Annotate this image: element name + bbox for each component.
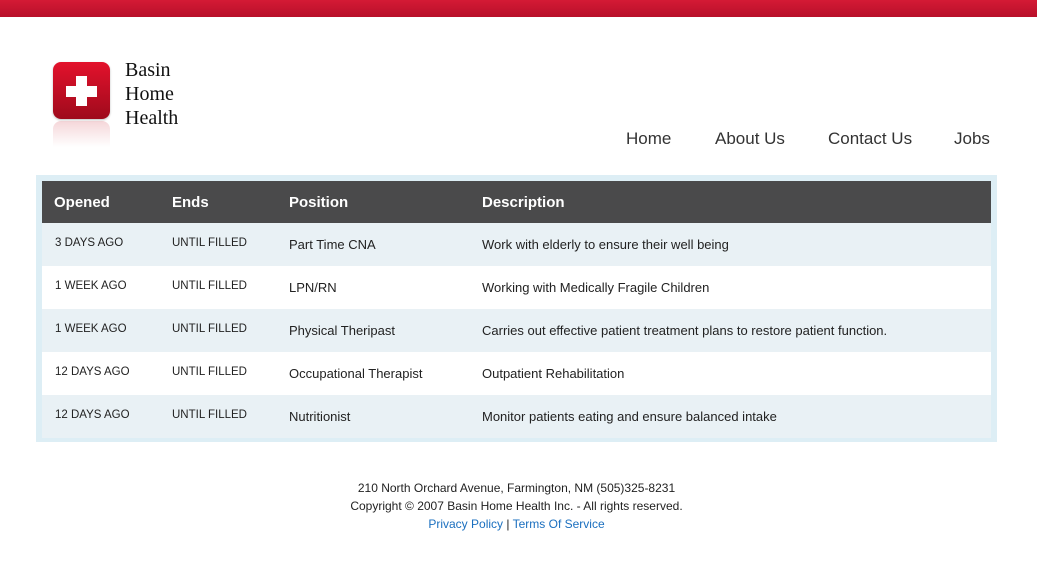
footer-link-separator: | bbox=[506, 517, 510, 531]
jobs-table: Opened Ends Position Description 3 DAYS … bbox=[36, 175, 997, 442]
nav-home[interactable]: Home bbox=[626, 129, 671, 149]
brand-line-3: Health bbox=[125, 107, 179, 129]
cell-position: Part Time CNA bbox=[289, 237, 376, 252]
nav-jobs[interactable]: Jobs bbox=[954, 129, 990, 149]
top-accent-bar bbox=[0, 0, 1037, 17]
terms-of-service-link[interactable]: Terms Of Service bbox=[513, 517, 605, 531]
privacy-policy-link[interactable]: Privacy Policy bbox=[428, 517, 503, 531]
cell-description: Working with Medically Fragile Children bbox=[482, 280, 710, 295]
cell-ends: UNTIL FILLED bbox=[172, 237, 247, 249]
cell-ends: UNTIL FILLED bbox=[172, 409, 247, 421]
cell-opened: 1 WEEK AGO bbox=[55, 323, 127, 335]
cell-description: Work with elderly to ensure their well b… bbox=[482, 237, 729, 252]
nav-about-us[interactable]: About Us bbox=[715, 129, 785, 149]
header-position: Position bbox=[289, 194, 349, 211]
header-opened: Opened bbox=[54, 194, 110, 211]
header-description: Description bbox=[482, 194, 565, 211]
table-row: 1 WEEK AGO UNTIL FILLED Physical Theripa… bbox=[42, 309, 991, 352]
cell-position: Physical Theripast bbox=[289, 323, 395, 338]
table-header: Opened Ends Position Description bbox=[42, 181, 991, 223]
brand-line-2: Home bbox=[125, 83, 174, 105]
page-footer: 210 North Orchard Avenue, Farmington, NM… bbox=[0, 479, 1033, 533]
main-nav: Home About Us Contact Us Jobs bbox=[0, 129, 1037, 151]
nav-contact-us[interactable]: Contact Us bbox=[828, 129, 912, 149]
footer-copyright: Copyright © 2007 Basin Home Health Inc. … bbox=[350, 499, 683, 513]
cell-position: LPN/RN bbox=[289, 280, 337, 295]
cell-opened: 12 DAYS AGO bbox=[55, 366, 130, 378]
table-row: 12 DAYS AGO UNTIL FILLED Occupational Th… bbox=[42, 352, 991, 395]
footer-links: Privacy Policy | Terms Of Service bbox=[0, 515, 1033, 533]
cell-opened: 3 DAYS AGO bbox=[55, 237, 124, 249]
header-ends: Ends bbox=[172, 194, 209, 211]
cell-ends: UNTIL FILLED bbox=[172, 323, 247, 335]
cell-description: Carries out effective patient treatment … bbox=[482, 323, 888, 338]
red-cross-icon[interactable] bbox=[53, 62, 110, 119]
cell-ends: UNTIL FILLED bbox=[172, 366, 247, 378]
brand-name[interactable]: Basin Home Health bbox=[125, 58, 178, 130]
cell-description: Outpatient Rehabilitation bbox=[482, 366, 625, 381]
cell-opened: 1 WEEK AGO bbox=[55, 280, 127, 292]
footer-address: 210 North Orchard Avenue, Farmington, NM… bbox=[357, 481, 676, 495]
table-row: 1 WEEK AGO UNTIL FILLED LPN/RN Working w… bbox=[42, 266, 991, 309]
cell-ends: UNTIL FILLED bbox=[172, 280, 247, 292]
cell-position: Nutritionist bbox=[289, 409, 351, 424]
table-row: 3 DAYS AGO UNTIL FILLED Part Time CNA Wo… bbox=[42, 223, 991, 266]
cell-description: Monitor patients eating and ensure balan… bbox=[482, 409, 777, 424]
cell-position: Occupational Therapist bbox=[289, 366, 423, 381]
table-row: 12 DAYS AGO UNTIL FILLED Nutritionist Mo… bbox=[42, 395, 991, 438]
brand-line-1: Basin bbox=[125, 59, 171, 81]
cell-opened: 12 DAYS AGO bbox=[55, 409, 130, 421]
